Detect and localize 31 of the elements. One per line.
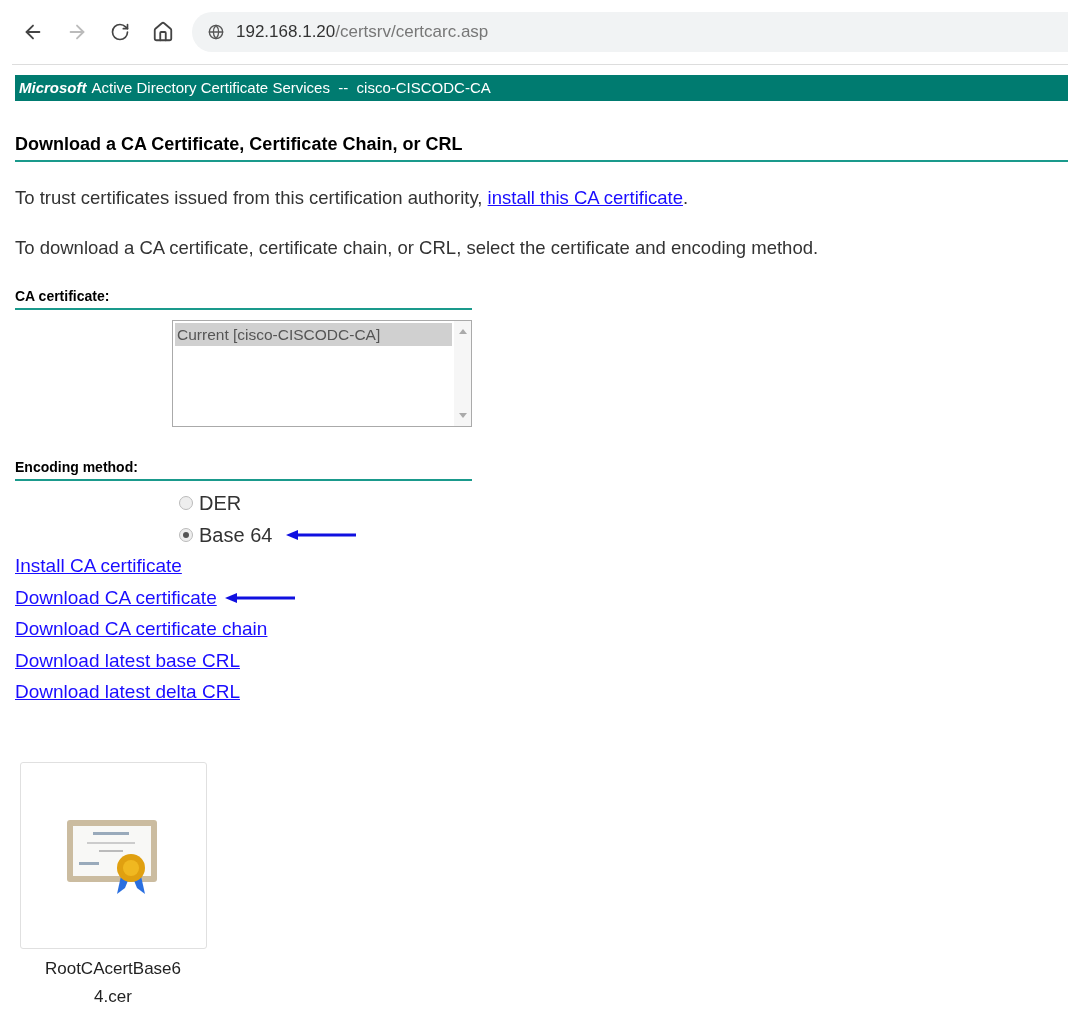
banner-brand: Microsoft [19, 77, 87, 98]
intro-text: To trust certificates issued from this certification authority, install this CA certificate. [15, 186, 690, 210]
reload-icon[interactable] [110, 22, 130, 42]
certificate-listbox[interactable]: Current [cisco-CISCODC-CA] [172, 319, 472, 427]
address-text: 192.168.1.20/certsrv/certcarc.asp [236, 21, 489, 44]
annotation-arrow [224, 591, 295, 604]
radio-label: DER [199, 490, 242, 516]
instruction-text: To download a CA certificate, certificate chain, or CRL, select the certificate and encoding method. [15, 235, 820, 260]
install-link[interactable]: install this CA certificate [487, 187, 683, 208]
radio-button[interactable] [179, 527, 193, 542]
download-link[interactable]: Download latest delta CRL [15, 678, 240, 707]
home-icon[interactable] [152, 21, 174, 43]
address-bar[interactable]: 192.168.1.20/certsrv/certcarc.asp [192, 12, 1068, 52]
listbox-option[interactable]: Current [cisco-CISCODC-CA] [175, 322, 452, 346]
file-name[interactable]: RootCAcertBase64.cer [38, 955, 188, 1011]
download-link[interactable]: Download CA certificate [15, 583, 217, 612]
radio-button[interactable] [179, 495, 193, 510]
site-info-icon[interactable] [208, 24, 224, 40]
scrollbar[interactable] [454, 320, 471, 426]
download-link[interactable]: Download CA certificate chain [15, 615, 268, 644]
annotation-arrow [286, 528, 357, 541]
scroll-down-icon[interactable] [458, 412, 467, 418]
download-link[interactable]: Download latest base CRL [15, 646, 240, 675]
file-tile[interactable] [19, 762, 207, 949]
download-link[interactable]: Install CA certificate [15, 552, 182, 581]
scroll-up-icon[interactable] [458, 328, 467, 334]
section-label: CA certificate: [15, 287, 110, 304]
banner-title: Active Directory Certificate Services -- cisco-CISCODC-CA [91, 77, 491, 98]
section-label: Encoding method: [15, 458, 138, 475]
page-heading: Download a CA Certificate, Certificate Chain, or CRL [15, 133, 464, 156]
radio-label: Base 64 [199, 522, 273, 548]
